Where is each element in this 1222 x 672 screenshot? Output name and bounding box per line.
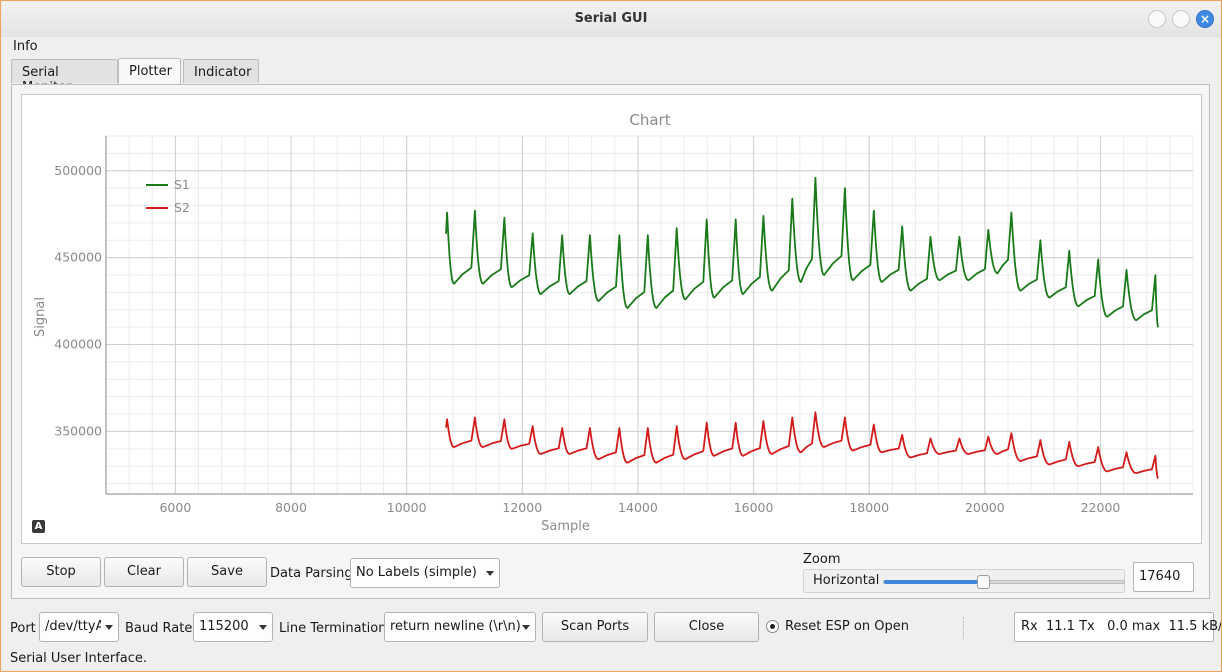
close-window-button[interactable]: × bbox=[1196, 10, 1214, 28]
close-icon: × bbox=[1199, 12, 1211, 26]
chevron-down-icon bbox=[259, 625, 267, 630]
line-chart[interactable]: 6000 8000 10000 12000 14000 16000 18000 20000 22… bbox=[22, 95, 1201, 543]
x-tick-label: 6000 bbox=[159, 500, 191, 515]
x-tick-label: 14000 bbox=[618, 500, 658, 515]
baud-rate-select[interactable]: 115200 bbox=[193, 612, 273, 642]
maximize-button[interactable] bbox=[1172, 10, 1190, 28]
data-parsing-value: No Labels (simple) bbox=[356, 565, 477, 580]
y-tick-label: 350000 bbox=[54, 423, 102, 438]
chevron-down-icon bbox=[105, 625, 113, 630]
zoom-frame: Horizontal bbox=[803, 569, 1125, 593]
baud-rate-label: Baud Rate bbox=[125, 621, 193, 636]
baud-rate-value: 115200 bbox=[199, 619, 249, 634]
zoom-value-input[interactable]: 17640 bbox=[1133, 562, 1194, 592]
line-termination-select[interactable]: return newline (\r\n) bbox=[384, 612, 536, 642]
chart-title: Chart bbox=[629, 111, 670, 129]
data-parsing-label: Data Parsing bbox=[270, 566, 353, 581]
separator bbox=[963, 617, 965, 639]
x-tick-label: 12000 bbox=[502, 500, 542, 515]
chevron-down-icon bbox=[522, 625, 530, 630]
zoom-horizontal-label: Horizontal bbox=[813, 573, 880, 588]
data-parsing-select[interactable]: No Labels (simple) bbox=[350, 558, 500, 588]
menu-bar: Info bbox=[1, 37, 1221, 58]
zoom-group: Zoom Horizontal 17640 bbox=[803, 552, 1203, 597]
close-port-button[interactable]: Close bbox=[654, 612, 759, 642]
autoscale-icon[interactable]: A bbox=[32, 520, 45, 533]
x-tick-label: 18000 bbox=[849, 500, 889, 515]
app-window: Serial GUI × Info Serial Monitor Plotter… bbox=[0, 0, 1222, 672]
clear-button[interactable]: Clear bbox=[104, 557, 184, 587]
port-value: /dev/ttyA bbox=[45, 619, 101, 634]
tab-indicator[interactable]: Indicator bbox=[183, 59, 259, 83]
y-axis-label: Signal bbox=[33, 297, 48, 337]
x-axis-label: Sample bbox=[541, 519, 590, 534]
x-tick-label: 10000 bbox=[387, 500, 427, 515]
legend-label: S2 bbox=[174, 200, 190, 215]
slider-handle[interactable] bbox=[977, 575, 991, 589]
slider-fill bbox=[884, 580, 984, 584]
y-tick-label: 450000 bbox=[54, 250, 102, 265]
y-tick-label: 500000 bbox=[54, 163, 102, 178]
line-termination-value: return newline (\r\n) bbox=[390, 619, 521, 634]
menu-info[interactable]: Info bbox=[13, 39, 38, 54]
reset-esp-label[interactable]: Reset ESP on Open bbox=[785, 619, 909, 634]
tab-plotter[interactable]: Plotter bbox=[118, 58, 181, 84]
y-tick-label: 400000 bbox=[54, 337, 102, 352]
save-button[interactable]: Save bbox=[187, 557, 267, 587]
x-tick-label: 16000 bbox=[734, 500, 774, 515]
x-tick-label: 20000 bbox=[965, 500, 1005, 515]
x-tick-label: 8000 bbox=[275, 500, 307, 515]
x-tick-label: 22000 bbox=[1081, 500, 1121, 515]
legend-label: S1 bbox=[174, 177, 190, 192]
horizontal-zoom-slider[interactable] bbox=[883, 575, 1125, 589]
minimize-button[interactable] bbox=[1148, 10, 1166, 28]
status-bar-text: Serial User Interface. bbox=[10, 651, 148, 666]
stop-button[interactable]: Stop bbox=[21, 557, 101, 587]
window-title: Serial GUI bbox=[574, 11, 648, 26]
line-termination-label: Line Termination bbox=[279, 621, 387, 636]
scan-ports-button[interactable]: Scan Ports bbox=[542, 612, 648, 642]
port-label: Port bbox=[10, 621, 36, 636]
throughput-stats: Rx 11.1 Tx 0.0 max 11.5 kB/s bbox=[1014, 612, 1221, 642]
tab-serial-monitor[interactable]: Serial Monitor bbox=[11, 59, 118, 95]
zoom-title: Zoom bbox=[803, 552, 841, 567]
port-select[interactable]: /dev/ttyA bbox=[39, 612, 119, 642]
title-bar: Serial GUI × bbox=[1, 1, 1221, 38]
chart-frame[interactable]: 6000 8000 10000 12000 14000 16000 18000 20000 22… bbox=[21, 94, 1202, 544]
reset-esp-radio[interactable] bbox=[766, 620, 779, 633]
chevron-down-icon bbox=[486, 571, 494, 576]
